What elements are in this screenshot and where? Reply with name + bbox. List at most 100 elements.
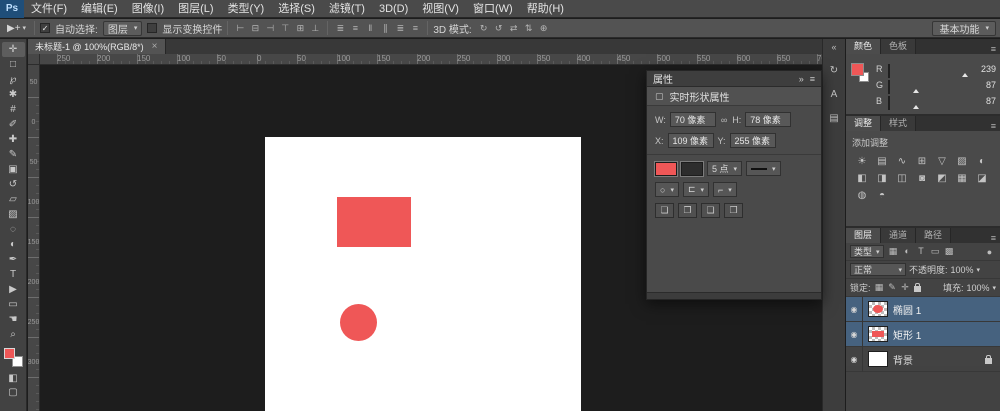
- adjustment-icon[interactable]: ▨: [952, 153, 972, 170]
- adjustment-icon[interactable]: ◙: [912, 170, 932, 187]
- auto-select-checkbox[interactable]: ✓: [40, 23, 50, 33]
- close-icon[interactable]: ×: [152, 41, 158, 52]
- panel-menu-icon[interactable]: ≡: [991, 233, 996, 243]
- lock-option-icon[interactable]: ▦: [874, 282, 885, 293]
- pathfinder-button[interactable]: ❏: [655, 203, 674, 218]
- tool-button[interactable]: ☚: [2, 312, 25, 327]
- tab-adjustments[interactable]: 调整: [846, 116, 881, 131]
- align-icon[interactable]: ⊣: [263, 23, 277, 34]
- adjustment-icon[interactable]: ◍: [852, 187, 872, 204]
- align-icon[interactable]: ⊤: [278, 23, 292, 34]
- tool-button[interactable]: ✒: [2, 252, 25, 267]
- slider-thumb[interactable]: [962, 73, 968, 77]
- properties-titlebar[interactable]: 属性 » ≡: [647, 71, 821, 87]
- panel-menu-icon[interactable]: ≡: [991, 44, 996, 54]
- layer-thumbnail[interactable]: [868, 351, 888, 367]
- red-slider[interactable]: [888, 65, 970, 74]
- filter-kind-dropdown[interactable]: 类型 ▾: [850, 245, 884, 258]
- adjustment-icon[interactable]: ▤: [872, 153, 892, 170]
- document-canvas[interactable]: [265, 137, 581, 411]
- align-icon[interactable]: ⊟: [248, 23, 262, 34]
- width-field[interactable]: 70 像素: [670, 112, 716, 127]
- channel-value[interactable]: 87: [974, 80, 996, 90]
- tab-swatches[interactable]: 色板: [881, 39, 916, 54]
- vertical-ruler[interactable]: 50050100150200250300: [28, 65, 40, 411]
- slider-thumb[interactable]: [913, 105, 919, 109]
- visibility-eye-icon[interactable]: ◉: [846, 347, 863, 372]
- 3d-mode-icon[interactable]: ⊕: [537, 23, 551, 34]
- distribute-icon[interactable]: ≡: [408, 23, 422, 34]
- adjustment-icon[interactable]: ◧: [852, 170, 872, 187]
- distribute-icon[interactable]: ∥: [378, 23, 392, 34]
- dock-panel-icon[interactable]: ▤: [826, 111, 843, 126]
- layer-name[interactable]: 矩形 1: [893, 327, 1000, 342]
- y-field[interactable]: 255 像素: [730, 133, 776, 148]
- adjustment-icon[interactable]: ☀: [852, 153, 872, 170]
- layer-thumbnail[interactable]: [868, 301, 888, 317]
- panel-menu-icon[interactable]: ≡: [810, 74, 815, 84]
- align-icon[interactable]: ⊞: [293, 23, 307, 34]
- layer-row-background[interactable]: ◉ 背景: [846, 347, 1000, 372]
- 3d-mode-icon[interactable]: ↻: [477, 23, 491, 34]
- expand-dock-icon[interactable]: «: [831, 42, 836, 54]
- rectangle-shape[interactable]: [337, 197, 411, 247]
- distribute-icon[interactable]: ‖: [363, 23, 377, 34]
- stroke-style-combo[interactable]: ▾: [746, 161, 781, 176]
- layer-name[interactable]: 背景: [893, 352, 985, 367]
- align-icon[interactable]: ⊢: [233, 23, 247, 34]
- distribute-icon[interactable]: ≡: [348, 23, 362, 34]
- tool-button[interactable]: #: [2, 102, 25, 117]
- layer-row-ellipse[interactable]: ◉ 椭圆 1: [846, 297, 1000, 322]
- stroke-option-combo[interactable]: ⌐ ▾: [713, 182, 737, 197]
- distribute-icon[interactable]: ≣: [393, 23, 407, 34]
- dock-panel-icon[interactable]: ↻: [826, 63, 843, 78]
- layer-filter-icon[interactable]: ◐: [901, 246, 914, 257]
- tool-button[interactable]: ▣: [2, 162, 25, 177]
- stroke-color-swatch[interactable]: [681, 162, 703, 176]
- adjustment-icon[interactable]: ▦: [952, 170, 972, 187]
- panel-menu-icon[interactable]: ≡: [991, 121, 996, 131]
- tool-button[interactable]: ▶: [2, 282, 25, 297]
- layer-name[interactable]: 椭圆 1: [893, 302, 1000, 317]
- menu-item[interactable]: 文件(F): [24, 0, 74, 18]
- tool-button[interactable]: ✐: [2, 117, 25, 132]
- tool-button[interactable]: ✚: [2, 132, 25, 147]
- layer-filter-icon[interactable]: ▭: [929, 246, 942, 257]
- link-dimensions-icon[interactable]: ∞: [720, 115, 728, 125]
- foreground-background-swatches[interactable]: [4, 348, 23, 367]
- 3d-mode-icon[interactable]: ↺: [492, 23, 506, 34]
- blue-slider[interactable]: [888, 97, 970, 106]
- 3d-mode-icon[interactable]: ⇄: [507, 23, 521, 34]
- toolbar-mode-button[interactable]: ◧: [2, 371, 25, 385]
- adjustment-icon[interactable]: ◐: [972, 153, 992, 170]
- tool-button[interactable]: □: [2, 57, 25, 72]
- visibility-eye-icon[interactable]: ◉: [846, 297, 863, 322]
- collapse-panel-icon[interactable]: »: [799, 74, 804, 84]
- visibility-eye-icon[interactable]: ◉: [846, 322, 863, 347]
- lock-all-icon[interactable]: [914, 286, 921, 292]
- layer-row-rectangle[interactable]: ◉ 矩形 1: [846, 322, 1000, 347]
- menu-item[interactable]: 编辑(E): [74, 0, 125, 18]
- blend-mode-dropdown[interactable]: 正常 ▾: [850, 263, 906, 276]
- toolbar-mode-button[interactable]: ▢: [2, 385, 25, 399]
- pathfinder-button[interactable]: ❐: [678, 203, 697, 218]
- menu-item[interactable]: 类型(Y): [221, 0, 272, 18]
- opacity-value[interactable]: 100%: [951, 265, 974, 275]
- lock-option-icon[interactable]: ✎: [887, 282, 898, 293]
- adjustment-icon[interactable]: ∿: [892, 153, 912, 170]
- menu-item[interactable]: 图像(I): [125, 0, 171, 18]
- channel-value[interactable]: 87: [974, 96, 996, 106]
- tool-button[interactable]: ▭: [2, 297, 25, 312]
- tab-channels[interactable]: 通道: [881, 228, 916, 243]
- fill-color-swatch[interactable]: [655, 162, 677, 176]
- tool-button[interactable]: ◐: [2, 237, 25, 252]
- adjustment-icon[interactable]: ◨: [872, 170, 892, 187]
- layer-filter-icon[interactable]: ▩: [943, 246, 956, 257]
- adjustment-icon[interactable]: ◓: [872, 187, 892, 204]
- stroke-option-combo[interactable]: ⊏ ▾: [683, 182, 709, 197]
- auto-select-dropdown[interactable]: 图层 ▾: [103, 21, 143, 36]
- layer-thumbnail[interactable]: [868, 326, 888, 342]
- adjustment-icon[interactable]: ⊞: [912, 153, 932, 170]
- adjustment-icon[interactable]: ▽: [932, 153, 952, 170]
- adjustment-icon[interactable]: ◩: [932, 170, 952, 187]
